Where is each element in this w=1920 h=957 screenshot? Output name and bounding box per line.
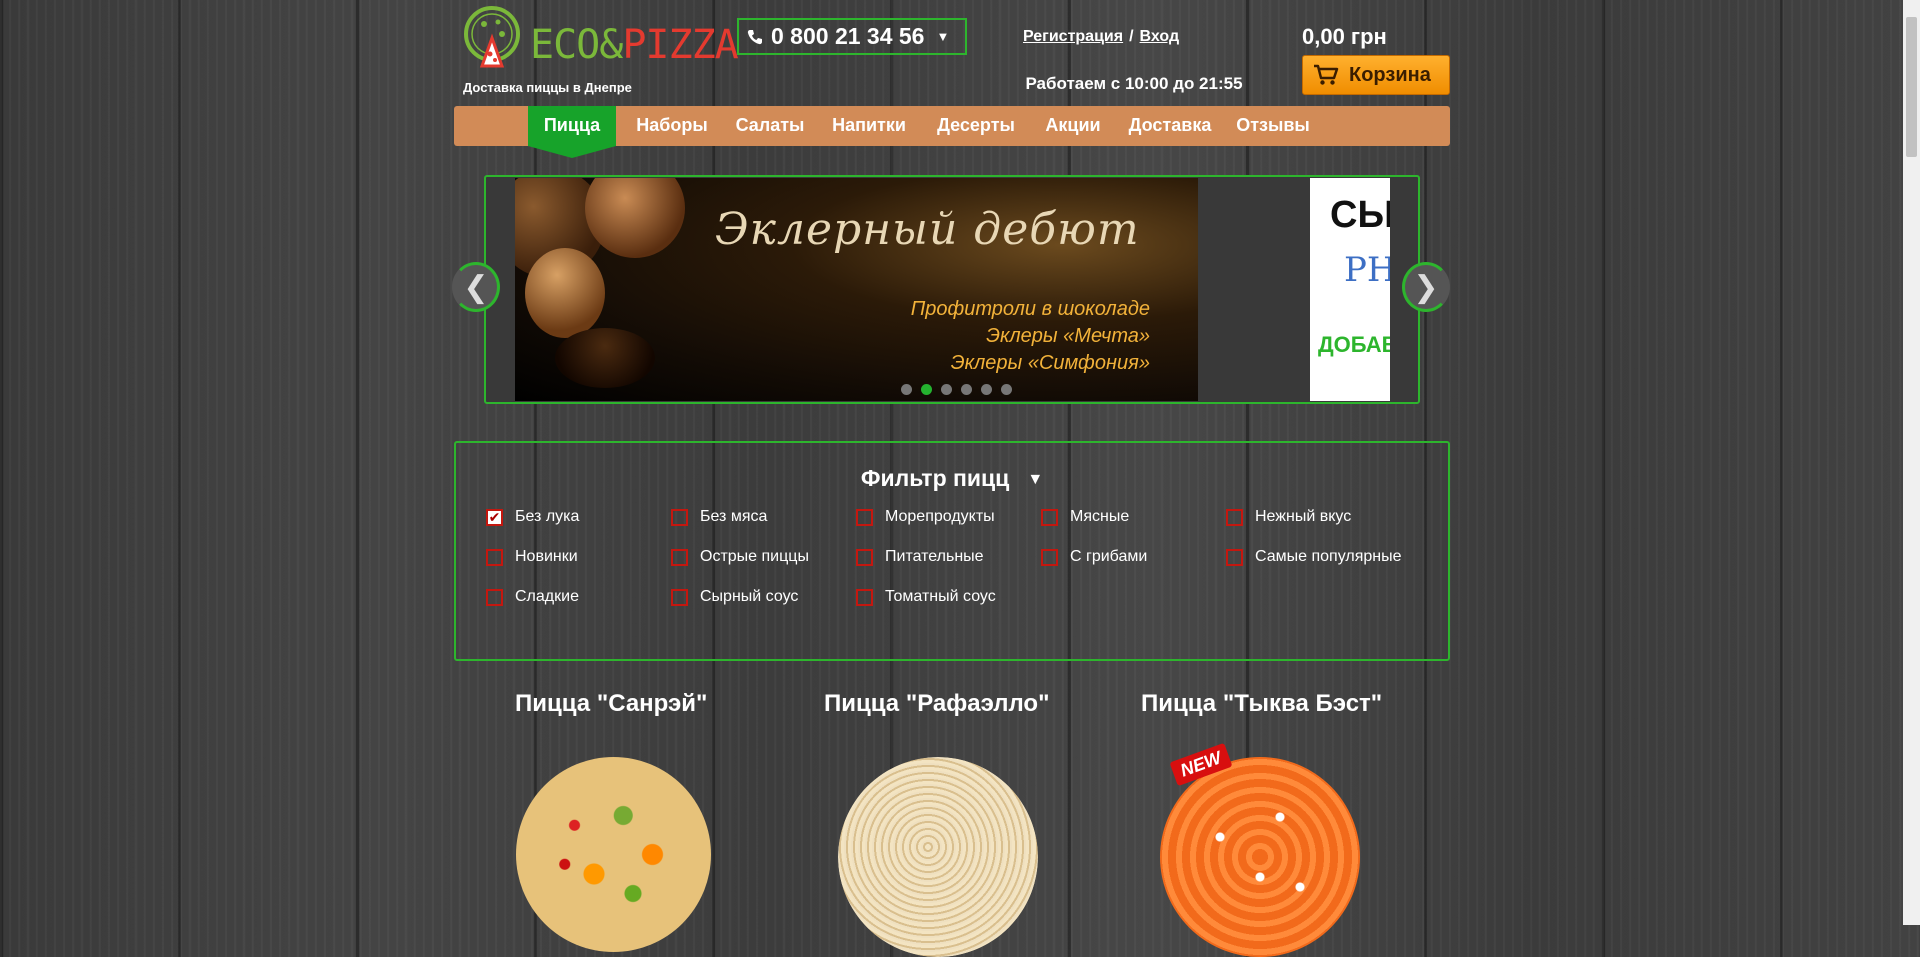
nav-item-reviews[interactable]: Отзывы	[1229, 106, 1317, 146]
pizza-pumpkin-best-image[interactable]	[1160, 757, 1360, 957]
nav-item-delivery[interactable]: Доставка	[1122, 106, 1218, 146]
nav-item-promotions[interactable]: Акции	[1035, 106, 1111, 146]
filter-option[interactable]: Нежный вкус	[1226, 508, 1351, 526]
slider-dot[interactable]	[981, 384, 992, 395]
slider-dot[interactable]	[941, 384, 952, 395]
triangle-down-icon: ▼	[1027, 471, 1044, 488]
profiterole-image	[525, 248, 605, 338]
filter-option[interactable]: Морепродукты	[856, 508, 995, 526]
product-title[interactable]: Пицца "Рафаэлло"	[824, 690, 1049, 718]
slider-prev-button[interactable]: ❮	[452, 262, 500, 312]
checkbox[interactable]	[856, 588, 873, 606]
filter-option[interactable]: Сырный соус	[671, 588, 798, 606]
pizza-logo-icon	[464, 6, 520, 68]
main-nav: Пицца Наборы Салаты Напитки Десерты Акци…	[454, 106, 1450, 158]
nav-item-desserts[interactable]: Десерты	[927, 106, 1025, 146]
cart-total: 0,00 грн	[1302, 24, 1387, 49]
checkbox[interactable]	[486, 588, 503, 606]
nav-item-drinks[interactable]: Напитки	[820, 106, 918, 146]
phone-icon	[747, 29, 762, 44]
cart-button[interactable]: Корзина	[1302, 55, 1450, 95]
pizza-sunray-image[interactable]	[516, 757, 711, 952]
chevron-right-icon: ❯	[1413, 270, 1439, 304]
checkbox[interactable]	[671, 588, 688, 606]
phone-dropdown[interactable]: 0 800 21 34 56 ▼	[737, 18, 967, 55]
product-title[interactable]: Пицца "Тыква Бэст"	[1141, 690, 1382, 718]
filter-option[interactable]: С грибами	[1041, 548, 1147, 566]
filter-option[interactable]: Без мяса	[671, 508, 767, 526]
slide-title: Эклерный дебют	[715, 204, 1140, 255]
checkbox[interactable]	[1041, 508, 1058, 526]
slider-dots	[901, 384, 1012, 395]
cart-icon	[1314, 64, 1339, 85]
scrollbar-thumb[interactable]	[1906, 17, 1917, 157]
slider-dot[interactable]	[1001, 384, 1012, 395]
filter-option[interactable]: Новинки	[486, 548, 578, 566]
cart-label: Корзина	[1349, 63, 1431, 86]
auth-links: Регистрация / Вход	[1023, 28, 1180, 45]
site-tagline: Доставка пиццы в Днепре	[463, 80, 632, 95]
chevron-down-icon: ▼	[936, 29, 950, 44]
filter-option[interactable]: Сладкие	[486, 588, 579, 606]
product-title[interactable]: Пицца "Санрэй"	[515, 690, 707, 718]
pizza-raffaello-image[interactable]	[838, 757, 1038, 957]
nav-item-sets[interactable]: Наборы	[626, 106, 718, 146]
checkbox[interactable]	[856, 508, 873, 526]
slide-next-preview[interactable]: СЫ PH ДОБАВ	[1310, 178, 1390, 401]
logo-text: ECO&PIZZA	[530, 22, 739, 68]
page-container: ECO&PIZZA Доставка пиццы в Днепре 0 800 …	[452, 0, 1450, 957]
filter-option[interactable]: Мясные	[1041, 508, 1129, 526]
checkbox[interactable]	[1226, 548, 1243, 566]
checkbox[interactable]	[486, 548, 503, 566]
login-link[interactable]: Вход	[1140, 28, 1180, 45]
filter-option[interactable]: Томатный соус	[856, 588, 996, 606]
working-hours: Работаем с 10:00 до 21:55	[1025, 74, 1243, 93]
slider-dot[interactable]	[961, 384, 972, 395]
filter-option[interactable]: Острые пиццы	[671, 548, 809, 566]
filter-option[interactable]: Питательные	[856, 548, 984, 566]
filter-option[interactable]: Самые популярные	[1226, 548, 1401, 566]
checkbox[interactable]	[1226, 508, 1243, 526]
checkbox[interactable]	[856, 548, 873, 566]
filter-toggle[interactable]: Фильтр пицц ▼	[456, 465, 1448, 492]
site-logo[interactable]: ECO&PIZZA	[460, 4, 739, 74]
page-scrollbar[interactable]	[1903, 0, 1920, 925]
filter-option[interactable]: ✔ Без лука	[486, 508, 579, 526]
pizza-filter: Фильтр пицц ▼ ✔ Без лука Без мяса Морепрод…	[454, 441, 1450, 661]
chocolate-reflection	[555, 328, 655, 388]
slider-dot-active[interactable]	[921, 384, 932, 395]
nav-item-pizza[interactable]: Пицца	[528, 106, 616, 158]
checkbox[interactable]	[1041, 548, 1058, 566]
chevron-left-icon: ❮	[463, 270, 489, 304]
promo-slider: Эклерный дебют Профитроли в шоколаде Экл…	[484, 175, 1420, 404]
register-link[interactable]: Регистрация	[1023, 28, 1123, 45]
checkbox[interactable]	[671, 508, 688, 526]
slider-dot[interactable]	[901, 384, 912, 395]
slider-next-button[interactable]: ❯	[1402, 262, 1450, 312]
slide-lines: Профитроли в шоколаде Эклеры «Мечта» Экл…	[910, 298, 1150, 374]
profiterole-image	[585, 178, 685, 258]
phone-number: 0 800 21 34 56	[771, 23, 925, 49]
slide-eclair[interactable]: Эклерный дебют Профитроли в шоколаде Экл…	[515, 178, 1198, 401]
checkbox-checked[interactable]: ✔	[486, 508, 503, 526]
nav-item-salads[interactable]: Салаты	[730, 106, 810, 146]
checkbox[interactable]	[671, 548, 688, 566]
